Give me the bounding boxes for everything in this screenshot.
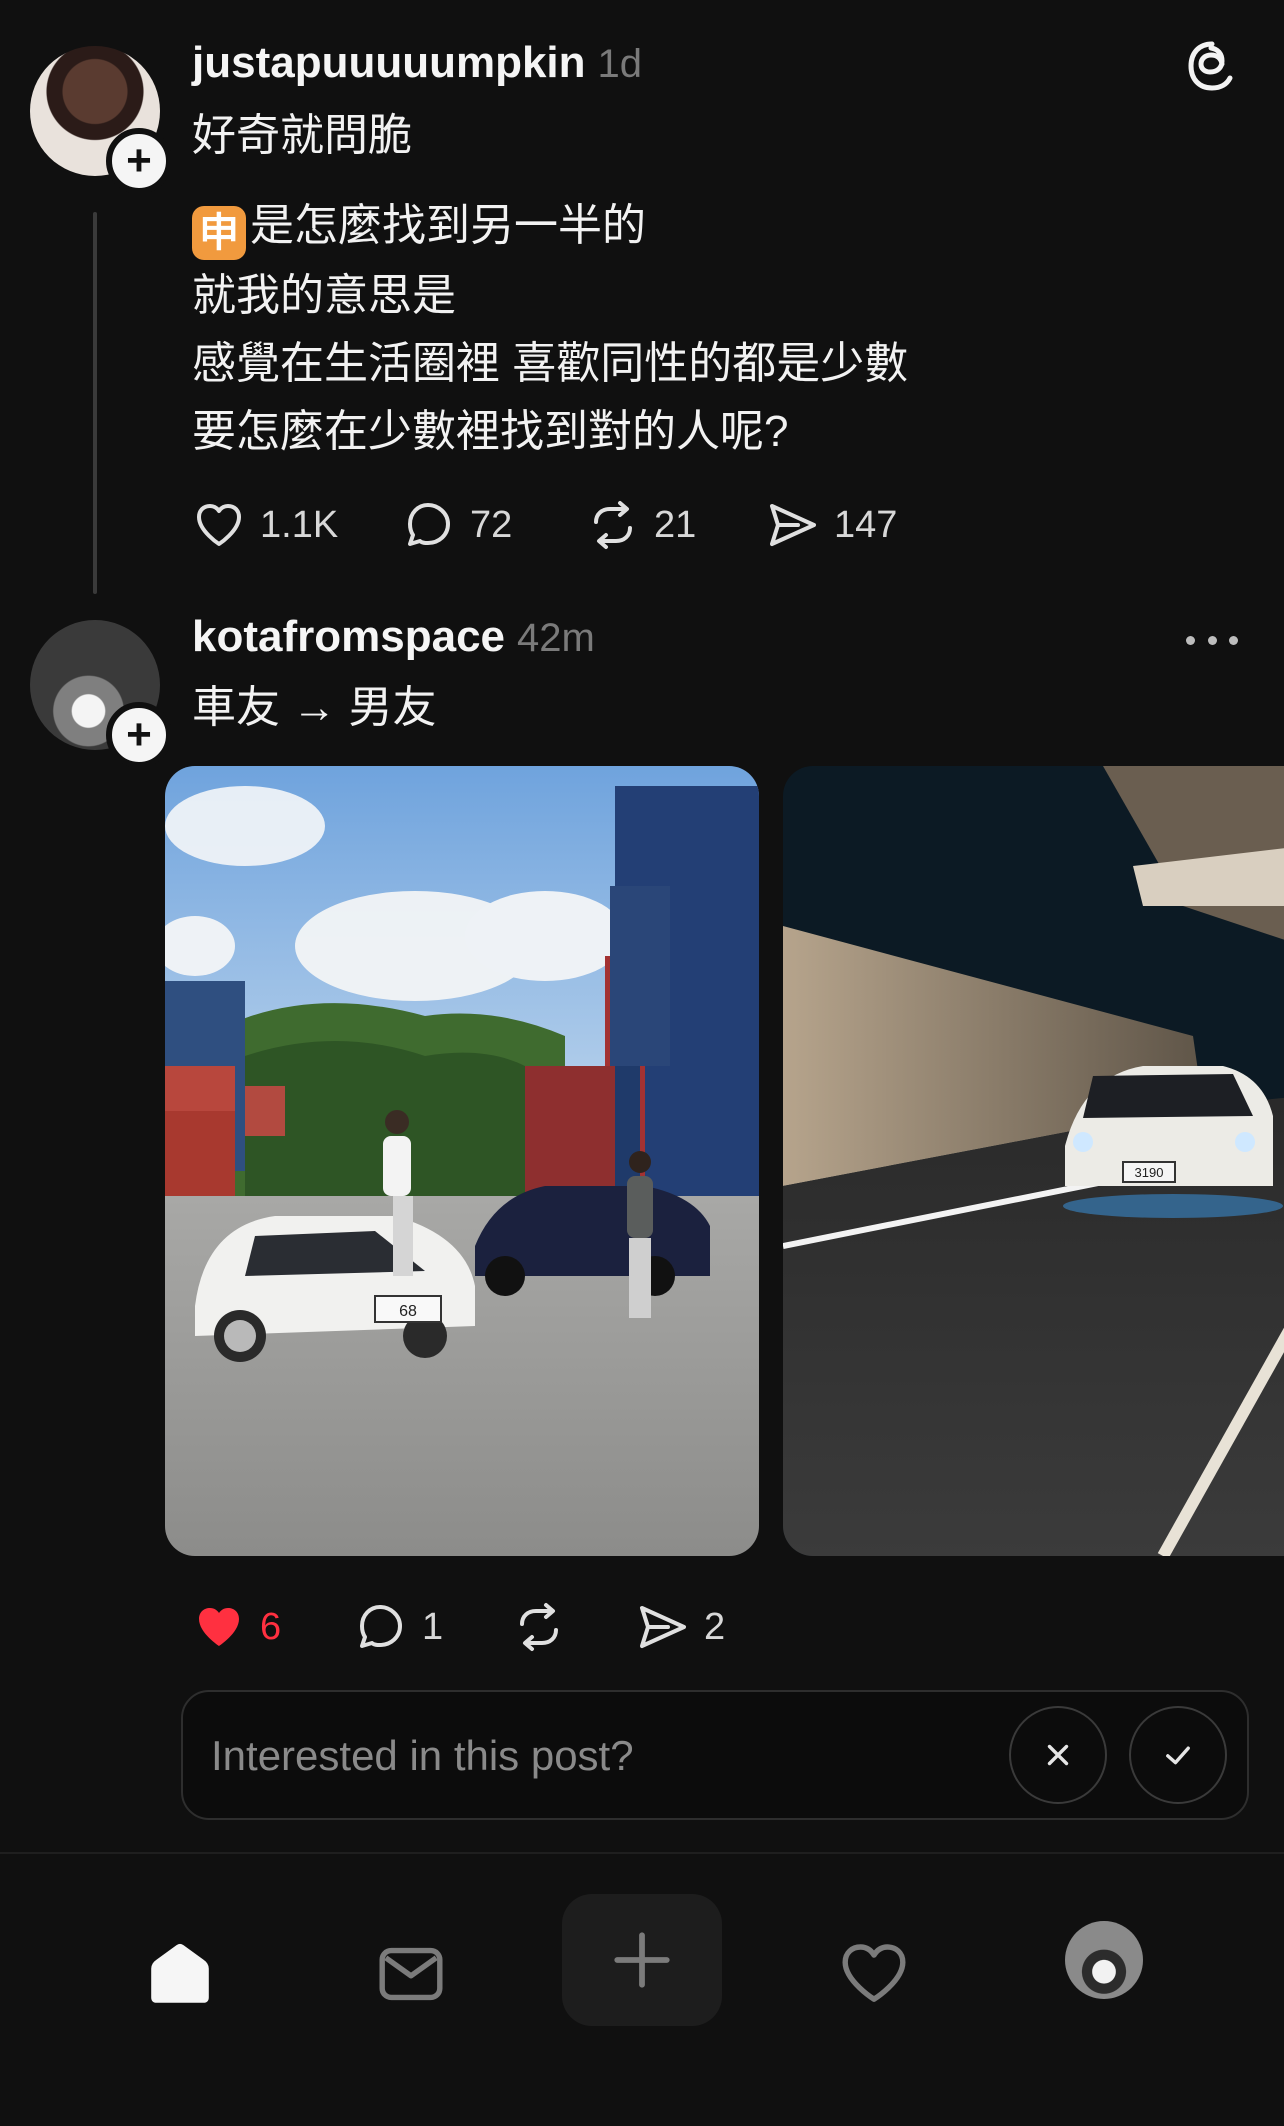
plus-icon [614, 1932, 670, 1988]
interest-prompt: Interested in this post? [181, 1690, 1249, 1820]
interested-button[interactable] [1129, 1706, 1227, 1804]
inbox-icon [379, 1947, 443, 2001]
post1-line1: 好奇就問脆 [192, 111, 412, 160]
post1-comment-button[interactable]: 72 [402, 498, 512, 552]
send-icon [770, 504, 816, 546]
license-plate-2: 3190 [1135, 1165, 1164, 1180]
post1-like-button[interactable]: 1.1K [192, 498, 338, 552]
repost-icon [594, 501, 632, 549]
comment-icon [408, 503, 450, 546]
shen-emoji-icon: 申 [192, 206, 246, 260]
post1-share-button[interactable]: 147 [766, 498, 897, 552]
post2-like-count: 6 [260, 1605, 282, 1648]
post2-text: 車友 → 男友 [192, 683, 437, 732]
nav-inbox[interactable] [361, 1924, 461, 2024]
post2-timestamp: 42m [517, 616, 595, 660]
post1-repost-button[interactable]: 21 [586, 498, 696, 552]
comment-icon [360, 1605, 402, 1648]
nav-create-button[interactable] [562, 1894, 722, 2026]
post1-line5: 要怎麼在少數裡找到對的人呢? [192, 407, 789, 456]
nav-home[interactable] [130, 1924, 230, 2024]
follow-plus-icon[interactable]: + [106, 702, 172, 768]
post1-repost-count: 21 [654, 503, 697, 546]
repost-icon [520, 1603, 558, 1651]
check-icon [1166, 1746, 1190, 1765]
more-horizontal-icon[interactable] [1186, 618, 1238, 662]
post2-comment-button[interactable]: 1 [354, 1600, 443, 1654]
post2-photo-1[interactable]: 68 [165, 766, 759, 1556]
heart-icon [842, 1944, 906, 2002]
post1-line2-text: 是怎麼找到另一半的 [250, 201, 646, 250]
post2-header: kotafromspace 42m [192, 612, 595, 670]
post2-comment-count: 1 [422, 1605, 444, 1648]
home-icon [151, 1943, 209, 2003]
thread-connector-line [93, 212, 97, 594]
not-interested-button[interactable] [1009, 1706, 1107, 1804]
threads-logo-icon[interactable] [1186, 40, 1238, 92]
post2-username[interactable]: kotafromspace [192, 612, 505, 662]
close-icon [1047, 1744, 1069, 1766]
license-plate-1: 68 [399, 1303, 417, 1320]
post1-share-count: 147 [834, 503, 898, 546]
post1-like-count: 1.1K [260, 503, 339, 546]
follow-plus-icon[interactable]: + [106, 128, 172, 194]
post2-share-button[interactable]: 2 [636, 1600, 725, 1654]
send-icon [640, 1606, 686, 1648]
post2-like-button[interactable]: 6 [192, 1600, 281, 1654]
nav-profile[interactable] [1064, 1920, 1144, 2000]
post1-line2: 申是怎麼找到另一半的 [192, 192, 646, 260]
post1-timestamp: 1d [597, 42, 643, 86]
post1-line3: 就我的意思是 [192, 271, 456, 320]
post1-line4: 感覺在生活圈裡 喜歡同性的都是少數 [192, 339, 909, 388]
heart-icon [197, 504, 241, 546]
avatar [1065, 1921, 1143, 1999]
post2-share-count: 2 [704, 1605, 726, 1648]
post1-username[interactable]: justapuuuuumpkin [192, 38, 586, 88]
bottom-navigation-bar [0, 1852, 1284, 2126]
nav-activity[interactable] [824, 1924, 924, 2024]
heart-filled-icon [199, 1608, 239, 1646]
post1-comment-count: 72 [470, 503, 513, 546]
interest-prompt-text: Interested in this post? [211, 1732, 634, 1779]
post2-photo-2[interactable]: 3190 [783, 766, 1284, 1556]
post2-repost-button[interactable] [512, 1600, 566, 1654]
post1-header: justapuuuuumpkin 1d [192, 38, 642, 96]
